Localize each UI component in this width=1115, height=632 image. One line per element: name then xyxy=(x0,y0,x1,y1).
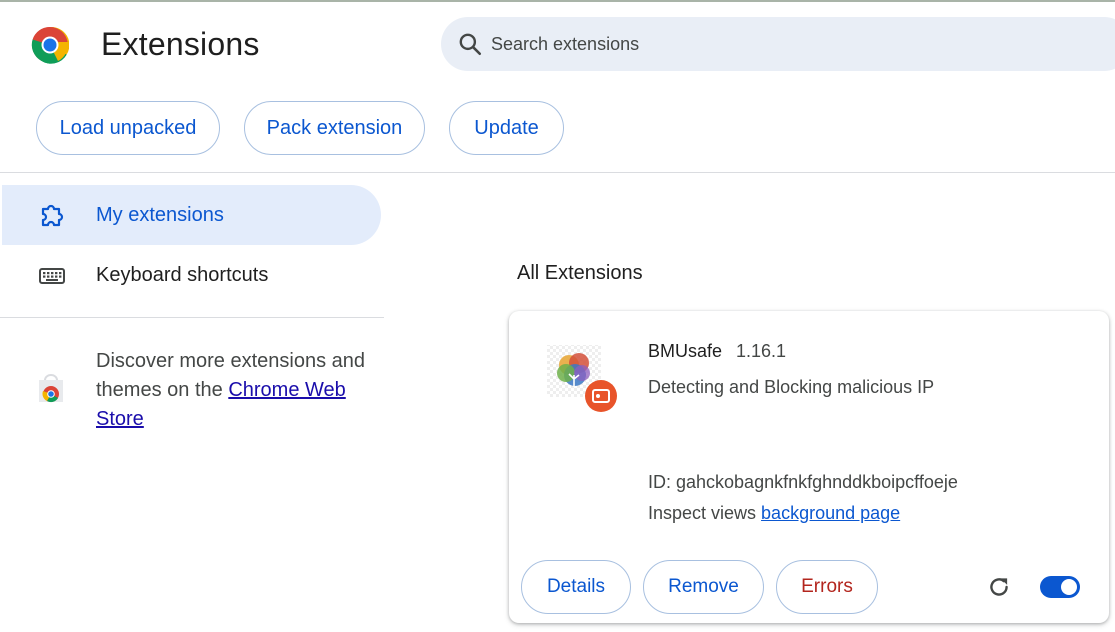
sidebar-item-keyboard-shortcuts[interactable]: Keyboard shortcuts xyxy=(2,245,381,305)
reload-icon[interactable] xyxy=(986,574,1012,600)
section-title: All Extensions xyxy=(517,262,643,284)
header-divider xyxy=(0,172,1115,173)
inspect-views: Inspect views background page xyxy=(648,503,900,524)
extension-enable-toggle[interactable] xyxy=(1040,576,1080,598)
load-unpacked-button[interactable]: Load unpacked xyxy=(36,101,220,155)
extension-description: Detecting and Blocking malicious IP xyxy=(648,377,935,397)
sidebar-divider xyxy=(0,317,384,318)
bmusafe-extension-icon xyxy=(547,345,617,412)
update-button[interactable]: Update xyxy=(449,101,564,155)
search-icon xyxy=(459,33,482,56)
remove-button[interactable]: Remove xyxy=(643,560,764,614)
chrome-logo-icon xyxy=(31,26,69,64)
extension-card: BMUsafe 1.16.1 Detecting and Blocking ma… xyxy=(509,311,1109,623)
search-input[interactable] xyxy=(491,33,891,55)
chrome-web-store-icon xyxy=(39,374,63,403)
sidebar-item-label: My extensions xyxy=(96,204,224,226)
errors-button[interactable]: Errors xyxy=(776,560,878,614)
page-title: Extensions xyxy=(101,26,260,62)
window-top-border xyxy=(0,0,1115,2)
inspect-views-label: Inspect views xyxy=(648,503,762,523)
search-bar[interactable] xyxy=(441,17,1115,71)
extension-version: 1.16.1 xyxy=(736,341,787,361)
details-button[interactable]: Details xyxy=(521,560,631,614)
background-page-link[interactable]: background page xyxy=(761,503,900,523)
sidebar-item-label: Keyboard shortcuts xyxy=(96,264,269,286)
pack-extension-button[interactable]: Pack extension xyxy=(244,101,425,155)
discover-more-text: Discover more extensions and themes on t… xyxy=(96,347,376,434)
toggle-knob xyxy=(1061,579,1077,595)
extension-puzzle-icon xyxy=(41,204,64,227)
keyboard-icon xyxy=(39,268,65,284)
sidebar-item-my-extensions[interactable]: My extensions xyxy=(2,185,381,245)
extension-name: BMUsafe xyxy=(648,341,723,361)
extension-id: ID: gahckobagnkfnkfghnddkboipcffoeje xyxy=(648,472,958,492)
